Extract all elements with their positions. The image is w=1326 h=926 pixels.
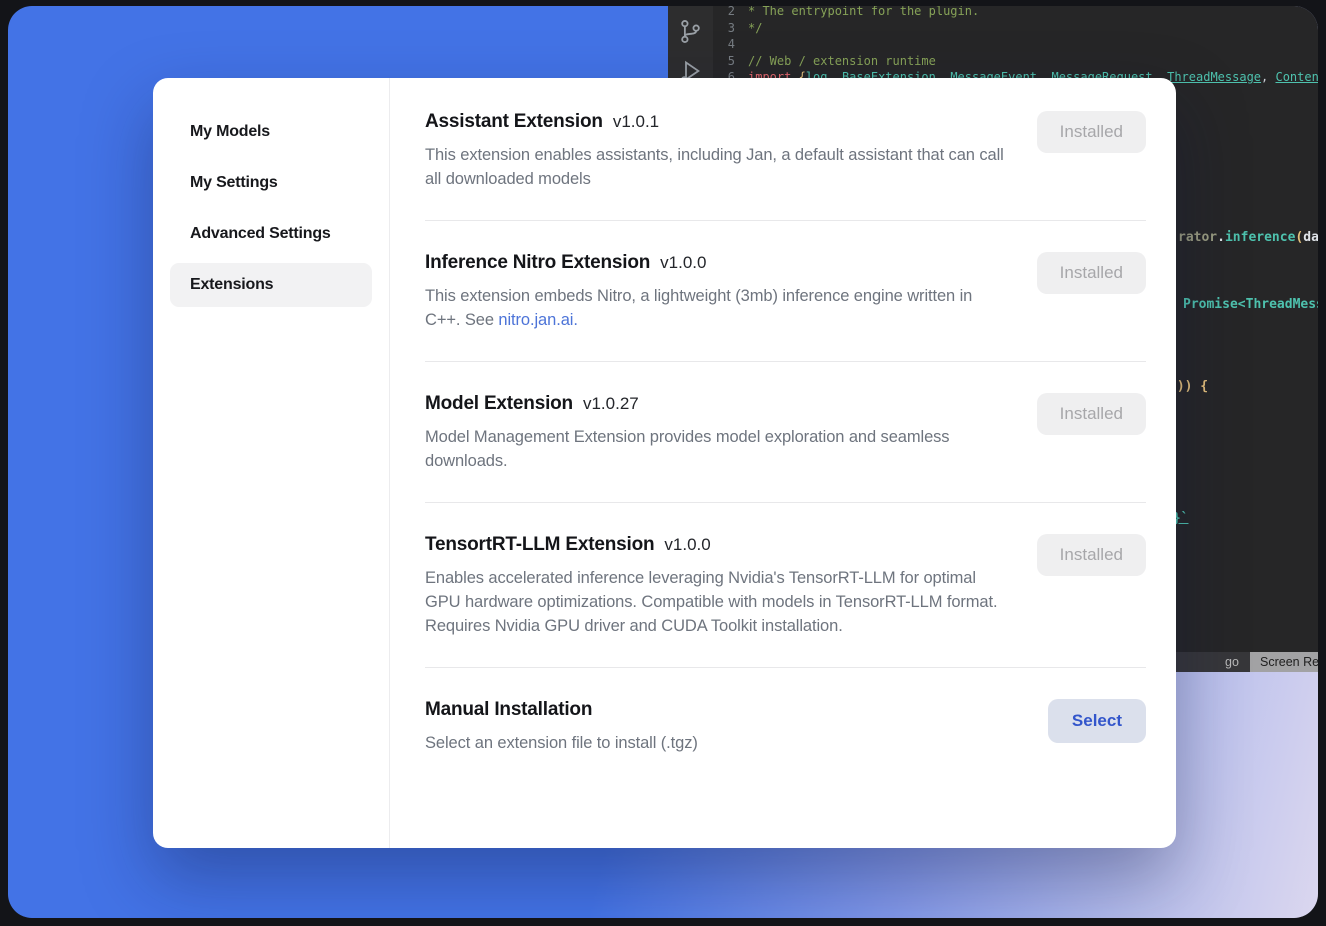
code-text: * The entrypoint for the plugin. [748, 6, 979, 20]
screen-reader-status[interactable]: Screen Reader Optimize [1250, 652, 1318, 672]
code-line: 3 */ [713, 20, 1318, 37]
code-text: */ [748, 20, 762, 37]
installed-button[interactable]: Installed [1037, 393, 1146, 435]
extension-row-inference-nitro: Inference Nitro Extension v1.0.0 This ex… [425, 221, 1146, 362]
extensions-list: Assistant Extension v1.0.1 This extensio… [390, 78, 1176, 848]
extension-description: Model Management Extension provides mode… [425, 425, 1010, 473]
background-gradient: 2 * The entrypoint for the plugin. 3 */ … [8, 6, 1318, 918]
extension-version: v1.0.27 [583, 394, 639, 414]
nitro-jan-ai-link[interactable]: nitro.jan.ai. [498, 311, 577, 329]
settings-sidebar: My Models My Settings Advanced Settings … [153, 78, 390, 848]
source-control-icon[interactable] [677, 18, 704, 45]
extension-description: This extension enables assistants, inclu… [425, 143, 1010, 191]
installed-button[interactable]: Installed [1037, 111, 1146, 153]
screenshot-frame: 2 * The entrypoint for the plugin. 3 */ … [0, 0, 1326, 926]
extension-name: Manual Installation [425, 699, 592, 721]
sidebar-item-my-models[interactable]: My Models [170, 110, 372, 154]
line-number: 2 [713, 6, 748, 20]
extension-version: v1.0.0 [664, 535, 710, 555]
extension-name: TensortRT-LLM Extension [425, 534, 654, 556]
extension-row-assistant: Assistant Extension v1.0.1 This extensio… [425, 80, 1146, 221]
extension-version: v1.0.0 [660, 253, 706, 273]
sidebar-item-extensions[interactable]: Extensions [170, 263, 372, 307]
extension-name: Model Extension [425, 393, 573, 415]
code-fragment: rator.inference(data)); [1178, 230, 1318, 245]
extension-row-tensorrt-llm: TensortRT-LLM Extension v1.0.0 Enables a… [425, 503, 1146, 668]
sidebar-item-label: My Models [190, 123, 270, 141]
extension-row-model: Model Extension v1.0.27 Model Management… [425, 362, 1146, 503]
extension-row-manual-installation: Manual Installation Select an extension … [425, 668, 1146, 784]
extension-version: v1.0.1 [613, 112, 659, 132]
line-number: 3 [713, 20, 748, 37]
extension-description: Enables accelerated inference leveraging… [425, 566, 1010, 638]
code-line: 5 // Web / extension runtime [713, 53, 1318, 70]
sidebar-item-advanced-settings[interactable]: Advanced Settings [170, 212, 372, 256]
line-number: 4 [713, 36, 748, 53]
extension-description: This extension embeds Nitro, a lightweig… [425, 284, 1010, 332]
code-line: 4 [713, 36, 1318, 53]
code-text: // Web / extension runtime [748, 53, 936, 70]
extension-name: Assistant Extension [425, 111, 603, 133]
sidebar-item-my-settings[interactable]: My Settings [170, 161, 372, 205]
code-line: 2 * The entrypoint for the plugin. [713, 6, 1318, 20]
status-language[interactable]: go [1225, 655, 1239, 669]
select-button[interactable]: Select [1048, 699, 1146, 743]
code-lines: 2 * The entrypoint for the plugin. 3 */ … [713, 6, 1318, 86]
installed-button[interactable]: Installed [1037, 252, 1146, 294]
extension-name: Inference Nitro Extension [425, 252, 650, 274]
sidebar-item-label: Extensions [190, 276, 273, 294]
settings-card: My Models My Settings Advanced Settings … [153, 78, 1176, 848]
line-number: 5 [713, 53, 748, 70]
installed-button[interactable]: Installed [1037, 534, 1146, 576]
extension-description: Select an extension file to install (.tg… [425, 731, 698, 755]
code-fragment: Promise<ThreadMessage> [1183, 297, 1318, 312]
sidebar-item-label: My Settings [190, 174, 278, 192]
sidebar-item-label: Advanced Settings [190, 225, 331, 243]
